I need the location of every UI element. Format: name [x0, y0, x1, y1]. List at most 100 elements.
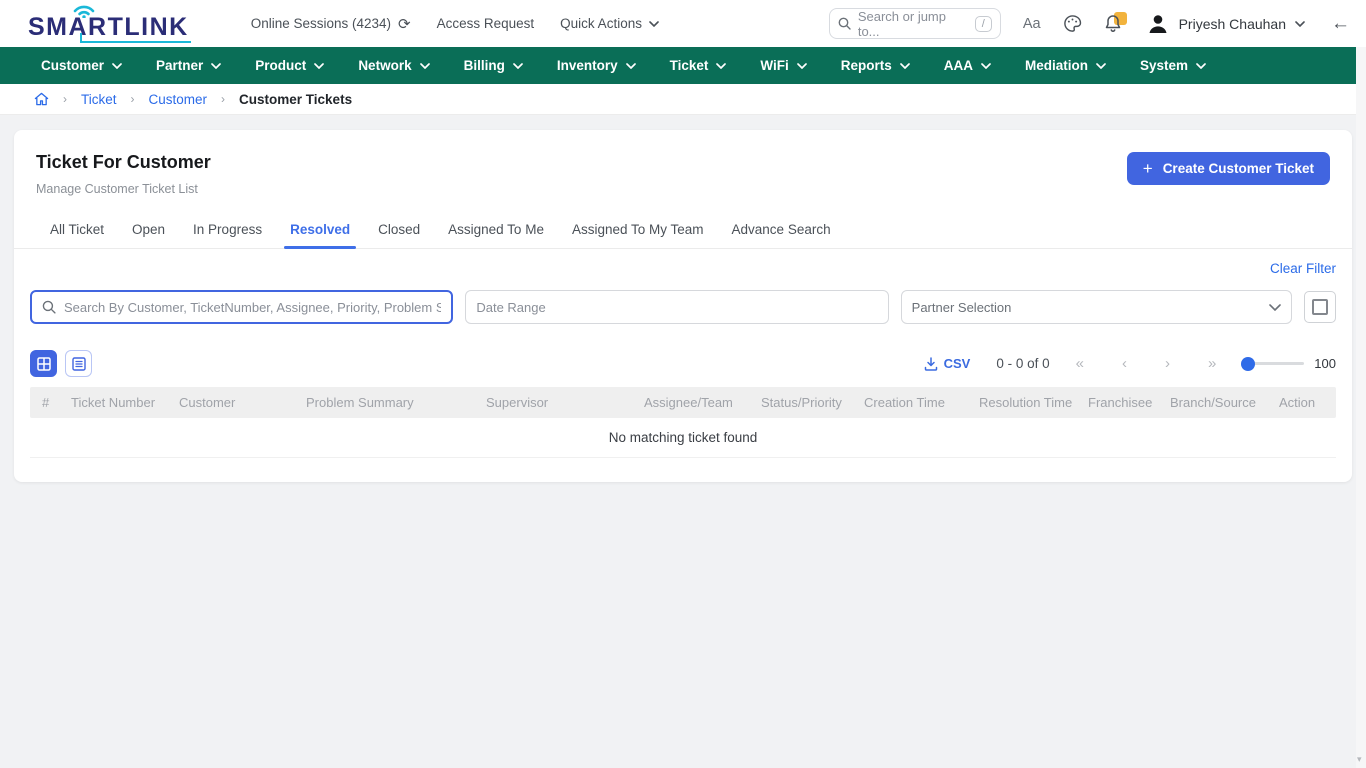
- notifications-bell[interactable]: [1104, 14, 1124, 34]
- nav-item-billing[interactable]: Billing: [447, 47, 540, 84]
- col-index: #: [30, 395, 65, 410]
- table-toolbar: CSV 0 - 0 of 0 « ‹ › » 100: [14, 350, 1352, 377]
- col-status-priority: Status/Priority: [755, 395, 858, 410]
- chevron-down-icon: [716, 63, 726, 69]
- breadcrumb: › Ticket › Customer › Customer Tickets: [0, 84, 1366, 115]
- tab-advance-search[interactable]: Advance Search: [718, 212, 845, 248]
- create-customer-ticket-button[interactable]: + Create Customer Ticket: [1127, 152, 1330, 185]
- nav-item-aaa[interactable]: AAA: [927, 47, 1008, 84]
- partner-filter-checkbox[interactable]: [1304, 291, 1336, 323]
- logo-text: SMARTLINK: [28, 13, 189, 41]
- partner-selection-dropdown[interactable]: Partner Selection: [901, 290, 1293, 324]
- chevron-down-icon: [981, 63, 991, 69]
- user-menu[interactable]: Priyesh Chauhan: [1146, 12, 1305, 36]
- user-name: Priyesh Chauhan: [1179, 16, 1286, 32]
- breadcrumb-ticket[interactable]: Ticket: [81, 92, 117, 107]
- content-card: Ticket For Customer Manage Customer Tick…: [14, 130, 1352, 482]
- font-size-toggle[interactable]: Aa: [1023, 16, 1041, 32]
- col-franchisee: Franchisee: [1082, 395, 1164, 410]
- nav-item-inventory[interactable]: Inventory: [540, 47, 653, 84]
- breadcrumb-customer[interactable]: Customer: [149, 92, 208, 107]
- ticket-search-input[interactable]: [64, 300, 441, 315]
- nav-item-ticket[interactable]: Ticket: [653, 47, 744, 84]
- wifi-icon: [72, 3, 96, 18]
- date-range-input[interactable]: [476, 300, 877, 315]
- next-page-button[interactable]: ›: [1165, 355, 1170, 372]
- main-nav: Customer Partner Product Network Billing…: [0, 47, 1366, 84]
- header-actions-left: Online Sessions (4234) ⟳ Access Request …: [251, 15, 659, 33]
- first-page-button[interactable]: «: [1076, 355, 1084, 372]
- breadcrumb-separator: ›: [63, 92, 67, 106]
- nav-item-mediation[interactable]: Mediation: [1008, 47, 1123, 84]
- scroll-down-icon[interactable]: ▾: [1357, 754, 1362, 765]
- last-page-button[interactable]: »: [1208, 355, 1216, 372]
- download-icon: [924, 357, 938, 371]
- slider-track[interactable]: [1242, 362, 1304, 365]
- chevron-down-icon: [211, 63, 221, 69]
- scrollbar[interactable]: ▾: [1356, 47, 1366, 768]
- chevron-down-icon: [314, 63, 324, 69]
- prev-page-button[interactable]: ‹: [1122, 355, 1127, 372]
- global-search-input[interactable]: Search or jump to... /: [829, 8, 1001, 39]
- avatar: [1146, 12, 1170, 36]
- search-icon: [42, 300, 56, 314]
- chevron-down-icon: [1096, 63, 1106, 69]
- clear-filter-link[interactable]: Clear Filter: [1270, 261, 1336, 276]
- nav-item-product[interactable]: Product: [238, 47, 341, 84]
- chevron-down-icon: [797, 63, 807, 69]
- ticket-tabs: All Ticket Open In Progress Resolved Clo…: [14, 212, 1352, 249]
- nav-item-customer[interactable]: Customer: [24, 47, 139, 84]
- page-size-slider: 100: [1242, 356, 1336, 371]
- tab-closed[interactable]: Closed: [364, 212, 434, 248]
- smartlink-logo[interactable]: SMARTLINK: [28, 7, 189, 40]
- plus-icon: +: [1143, 159, 1153, 179]
- slider-thumb[interactable]: [1241, 357, 1255, 371]
- tab-all-ticket[interactable]: All Ticket: [36, 212, 118, 248]
- page-title: Ticket For Customer: [36, 152, 211, 173]
- col-customer: Customer: [173, 395, 300, 410]
- nav-item-system[interactable]: System: [1123, 47, 1223, 84]
- chevron-down-icon: [112, 63, 122, 69]
- theme-palette-icon[interactable]: [1063, 14, 1082, 33]
- nav-item-partner[interactable]: Partner: [139, 47, 238, 84]
- slash-shortcut-badge: /: [975, 16, 992, 32]
- page-subtitle: Manage Customer Ticket List: [36, 182, 211, 196]
- col-branch-source: Branch/Source: [1164, 395, 1273, 410]
- access-request-link[interactable]: Access Request: [437, 16, 535, 31]
- breadcrumb-separator: ›: [131, 92, 135, 106]
- home-icon[interactable]: [34, 92, 49, 106]
- online-sessions[interactable]: Online Sessions (4234) ⟳: [251, 15, 411, 33]
- page: SMARTLINK Online Sessions (4234) ⟳ Acces…: [0, 0, 1366, 768]
- back-arrow-icon[interactable]: ←: [1331, 13, 1350, 35]
- grid-icon: [37, 357, 51, 371]
- table-header-row: # Ticket Number Customer Problem Summary…: [30, 387, 1336, 418]
- partner-selection-placeholder: Partner Selection: [912, 300, 1012, 315]
- nav-item-network[interactable]: Network: [341, 47, 446, 84]
- quick-actions-menu[interactable]: Quick Actions: [560, 16, 659, 31]
- export-csv-button[interactable]: CSV: [924, 356, 971, 371]
- date-range-field: [465, 290, 888, 324]
- pagination-range: 0 - 0 of 0: [996, 356, 1049, 371]
- chevron-down-icon: [1295, 21, 1305, 27]
- chevron-down-icon: [1196, 63, 1206, 69]
- tab-assigned-to-my-team[interactable]: Assigned To My Team: [558, 212, 718, 248]
- online-sessions-label: Online Sessions (4234): [251, 16, 391, 31]
- tab-in-progress[interactable]: In Progress: [179, 212, 276, 248]
- tab-resolved[interactable]: Resolved: [276, 212, 364, 248]
- nav-item-reports[interactable]: Reports: [824, 47, 927, 84]
- chevron-down-icon: [626, 63, 636, 69]
- col-resolution-time: Resolution Time: [973, 395, 1082, 410]
- refresh-icon[interactable]: ⟳: [398, 15, 411, 33]
- col-assignee-team: Assignee/Team: [638, 395, 755, 410]
- col-ticket-number: Ticket Number: [65, 395, 173, 410]
- header-actions-right: Search or jump to... / Aa Priyesh Chauha…: [829, 8, 1350, 39]
- nav-item-wifi[interactable]: WiFi: [743, 47, 823, 84]
- chevron-down-icon: [1269, 304, 1281, 311]
- filter-zone: Clear Filter Partner Selection: [14, 249, 1352, 324]
- list-icon: [72, 357, 86, 371]
- list-view-toggle[interactable]: [65, 350, 92, 377]
- global-search-placeholder: Search or jump to...: [858, 9, 968, 39]
- grid-view-toggle[interactable]: [30, 350, 57, 377]
- tab-assigned-to-me[interactable]: Assigned To Me: [434, 212, 558, 248]
- tab-open[interactable]: Open: [118, 212, 179, 248]
